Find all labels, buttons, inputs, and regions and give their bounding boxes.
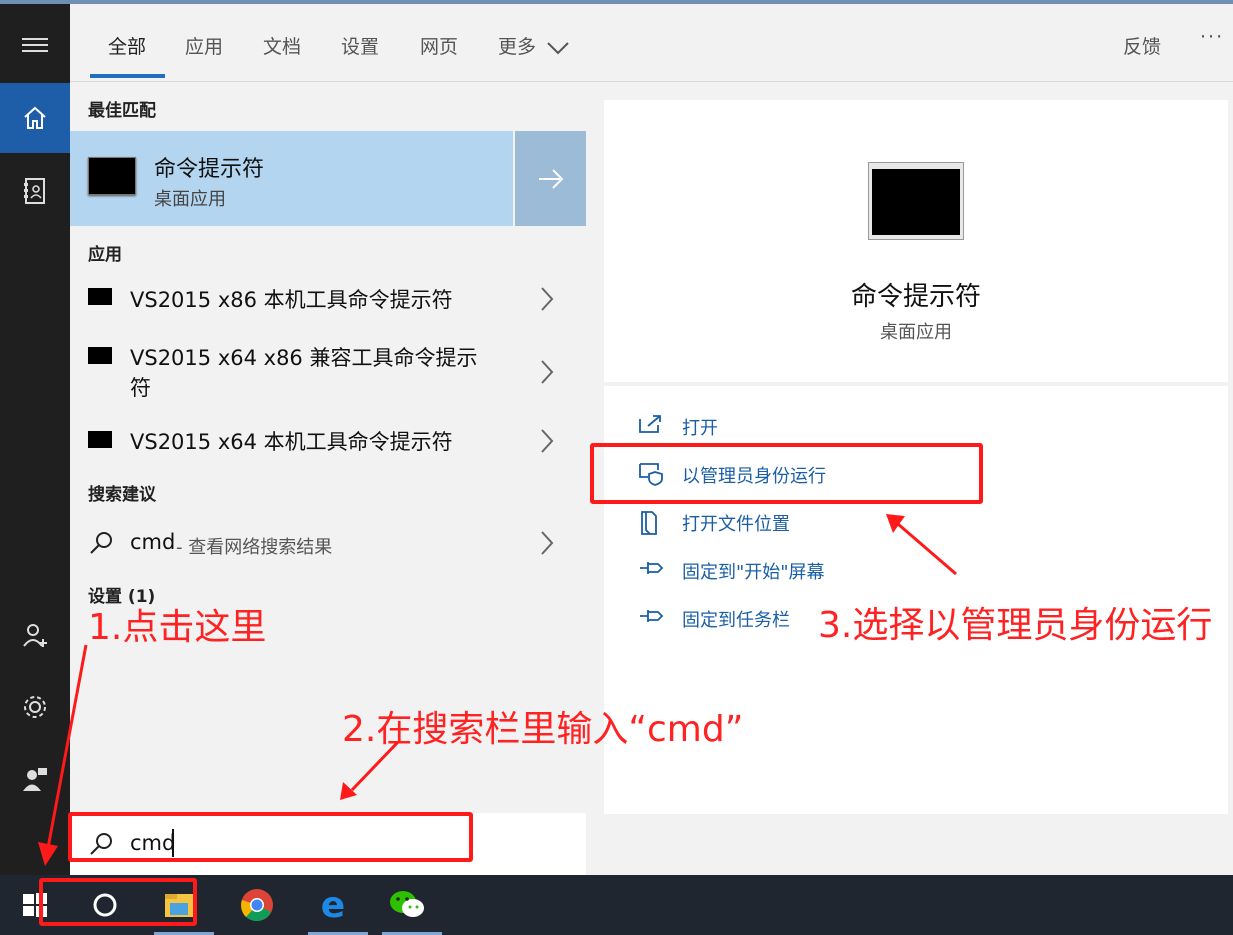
annotation-arrow-step3 <box>886 514 957 576</box>
annotation-arrow-step2 <box>340 740 400 800</box>
annotation-arrows <box>38 514 957 866</box>
annotation-arrow-step1 <box>38 644 88 866</box>
